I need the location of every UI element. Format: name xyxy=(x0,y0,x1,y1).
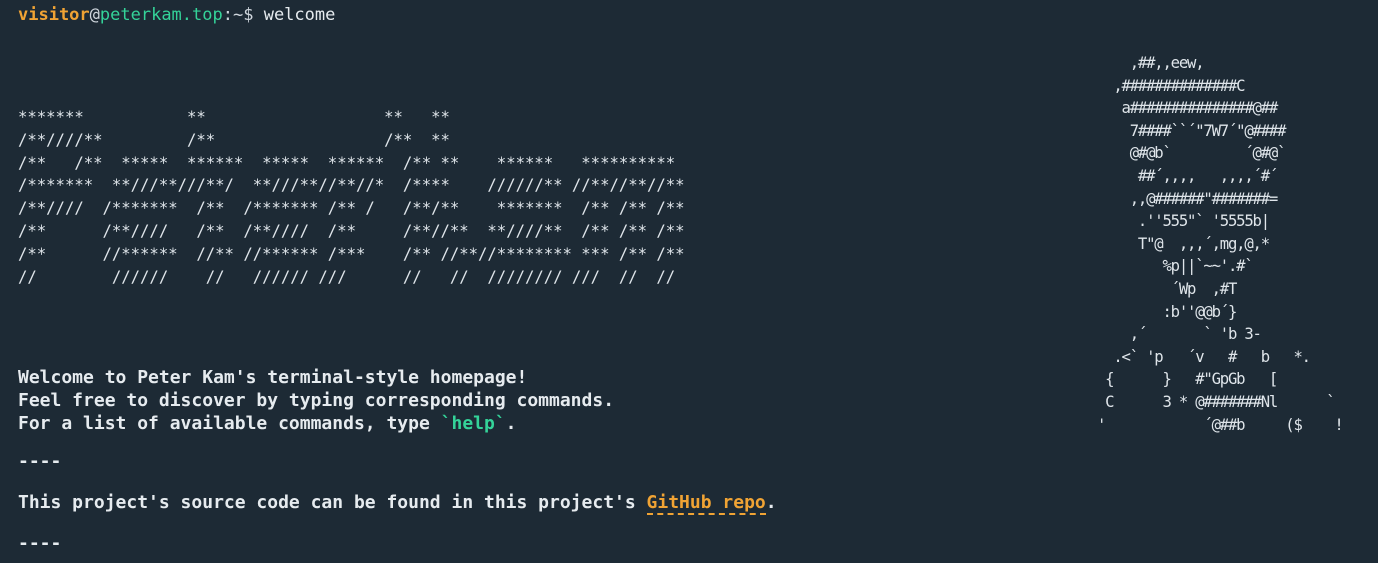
prompt-user: visitor xyxy=(18,5,90,25)
welcome-line-3-suffix: . xyxy=(505,413,517,434)
prompt-path: :~$ xyxy=(222,5,254,25)
welcome-message: Welcome to Peter Kam's terminal-style ho… xyxy=(18,366,614,435)
terminal-window: visitor@peterkam.top:~$ welcome xyxy=(18,4,1358,27)
source-code-line: This project's source code can be found … xyxy=(18,491,777,515)
welcome-line-1: Welcome to Peter Kam's terminal-style ho… xyxy=(18,367,528,388)
prompt-command: welcome xyxy=(263,5,336,25)
divider: ---- xyxy=(18,533,62,554)
prompt-host: peterkam.top xyxy=(99,5,223,25)
command-prompt-line: visitor@peterkam.top:~$ welcome xyxy=(18,4,1358,27)
divider: ---- xyxy=(18,451,62,472)
ascii-portrait: ,##,,eew, ,##############C a############… xyxy=(1096,54,1344,434)
ascii-banner-peterkam: ******* ** ** ** /**////** /** /** ** /*… xyxy=(18,108,685,286)
source-line-prefix: This project's source code can be found … xyxy=(18,492,647,513)
help-command-hint: `help` xyxy=(440,413,506,434)
github-repo-link[interactable]: GitHub repo xyxy=(646,492,766,515)
prompt-at: @ xyxy=(89,5,100,25)
source-line-suffix: . xyxy=(765,492,777,513)
welcome-line-2: Feel free to discover by typing correspo… xyxy=(18,390,615,411)
welcome-line-3-prefix: For a list of available commands, type xyxy=(18,413,441,434)
